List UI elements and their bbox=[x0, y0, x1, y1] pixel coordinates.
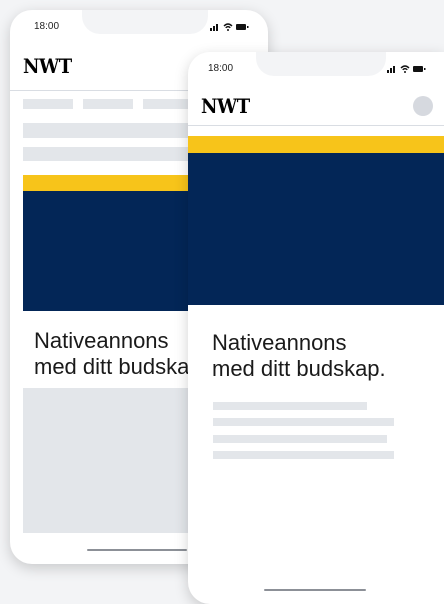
battery-icon bbox=[413, 66, 426, 72]
avatar-icon[interactable] bbox=[413, 96, 433, 116]
nav-placeholder bbox=[143, 99, 193, 109]
home-indicator bbox=[87, 549, 187, 551]
status-icons bbox=[387, 64, 426, 74]
battery-icon bbox=[236, 24, 249, 30]
ad-headline-line1: Nativeannons bbox=[34, 328, 169, 353]
ad-headline-line2: med ditt budskap. bbox=[34, 354, 208, 379]
text-placeholder bbox=[213, 402, 367, 410]
ad-headline-line1: Nativeannons bbox=[212, 330, 347, 355]
ad-image bbox=[188, 153, 444, 305]
phone-notch bbox=[82, 10, 208, 34]
status-icons bbox=[210, 22, 249, 32]
text-placeholder bbox=[213, 451, 394, 459]
ad-headline: Nativeannons med ditt budskap. bbox=[34, 328, 208, 380]
text-placeholder bbox=[213, 418, 394, 426]
nav-placeholder bbox=[23, 99, 73, 109]
wifi-icon bbox=[223, 23, 233, 31]
phone-notch bbox=[256, 52, 386, 76]
ad-accent-stripe bbox=[188, 136, 444, 153]
text-placeholder bbox=[213, 435, 387, 443]
home-indicator bbox=[264, 589, 366, 591]
status-time: 18:00 bbox=[34, 21, 60, 32]
signal-icon bbox=[210, 24, 218, 31]
ad-headline-line2: med ditt budskap. bbox=[212, 356, 386, 381]
ad-headline: Nativeannons med ditt budskap. bbox=[212, 330, 386, 382]
nav-placeholder bbox=[83, 99, 133, 109]
status-time: 18:00 bbox=[208, 63, 234, 74]
front-phone-mockup: 18:00 NWT Nativeannons med ditt budskap. bbox=[188, 52, 444, 604]
signal-icon bbox=[387, 66, 395, 73]
nwt-logo: NWT bbox=[23, 54, 72, 78]
nwt-logo: NWT bbox=[201, 94, 250, 118]
wifi-icon bbox=[400, 65, 410, 73]
